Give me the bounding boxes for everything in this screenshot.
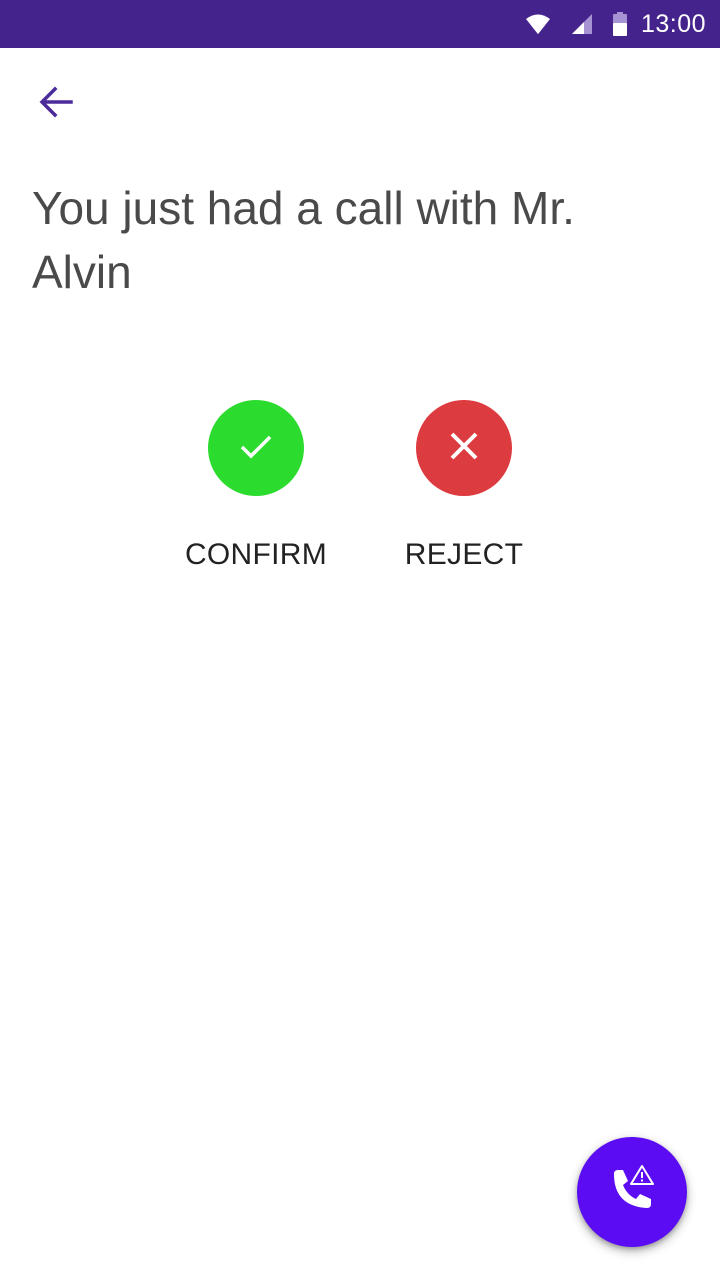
confirm-button[interactable] xyxy=(208,400,304,496)
back-button[interactable] xyxy=(24,80,88,128)
cell-signal-icon xyxy=(571,13,593,35)
page-title: You just had a call with Mr. Alvin xyxy=(32,182,575,298)
report-call-fab[interactable] xyxy=(577,1137,687,1247)
phone-alert-icon xyxy=(606,1164,658,1221)
battery-icon xyxy=(612,12,627,36)
reject-action: REJECT xyxy=(384,400,544,572)
reject-button[interactable] xyxy=(416,400,512,496)
confirm-label[interactable]: CONFIRM xyxy=(185,538,327,572)
status-time: 13:00 xyxy=(640,9,706,38)
close-icon xyxy=(446,428,482,469)
reject-label[interactable]: REJECT xyxy=(405,538,523,572)
check-icon xyxy=(236,426,276,471)
screen: 13:00 You just had a call with Mr. Alvin… xyxy=(0,0,720,1280)
arrow-back-icon xyxy=(38,84,74,125)
status-bar: 13:00 xyxy=(0,0,720,48)
confirm-action: CONFIRM xyxy=(176,400,336,572)
wifi-icon xyxy=(525,13,551,35)
